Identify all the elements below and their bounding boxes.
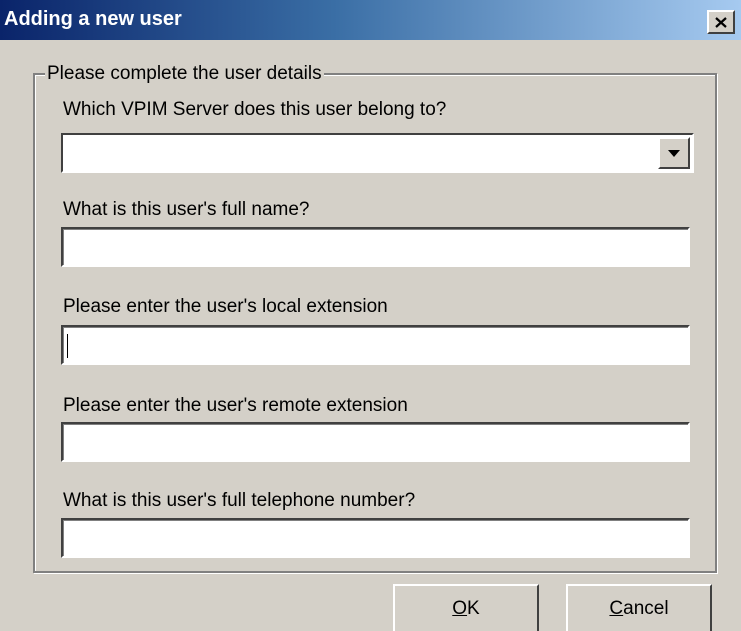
ok-mnemonic: O (452, 597, 468, 619)
add-user-dialog: Adding a new user Please complete the us… (0, 0, 741, 631)
local-extension-label: Please enter the user's local extension (63, 296, 388, 317)
remote-extension-label: Please enter the user's remote extension (63, 395, 408, 416)
telephone-label: What is this user's full telephone numbe… (63, 490, 416, 511)
ok-button[interactable]: OK (393, 584, 539, 631)
remote-extension-input[interactable] (61, 422, 690, 462)
server-dropdown-button[interactable] (658, 137, 690, 169)
full-name-input[interactable] (61, 227, 690, 267)
title-bar[interactable]: Adding a new user (0, 0, 741, 40)
close-button[interactable] (707, 10, 735, 34)
local-extension-input[interactable] (61, 325, 690, 365)
cancel-mnemonic: C (609, 597, 624, 619)
full-name-label: What is this user's full name? (63, 199, 310, 220)
chevron-down-icon (668, 149, 680, 157)
close-icon (715, 16, 727, 28)
server-label: Which VPIM Server does this user belong … (63, 99, 447, 120)
server-select[interactable] (61, 133, 694, 173)
window-title: Adding a new user (4, 8, 182, 30)
ok-label-rest: K (467, 597, 480, 619)
group-legend: Please complete the user details (45, 63, 324, 85)
text-caret (67, 334, 68, 358)
cancel-button[interactable]: Cancel (566, 584, 712, 631)
cancel-label-rest: ancel (623, 597, 669, 619)
telephone-input[interactable] (61, 518, 690, 558)
